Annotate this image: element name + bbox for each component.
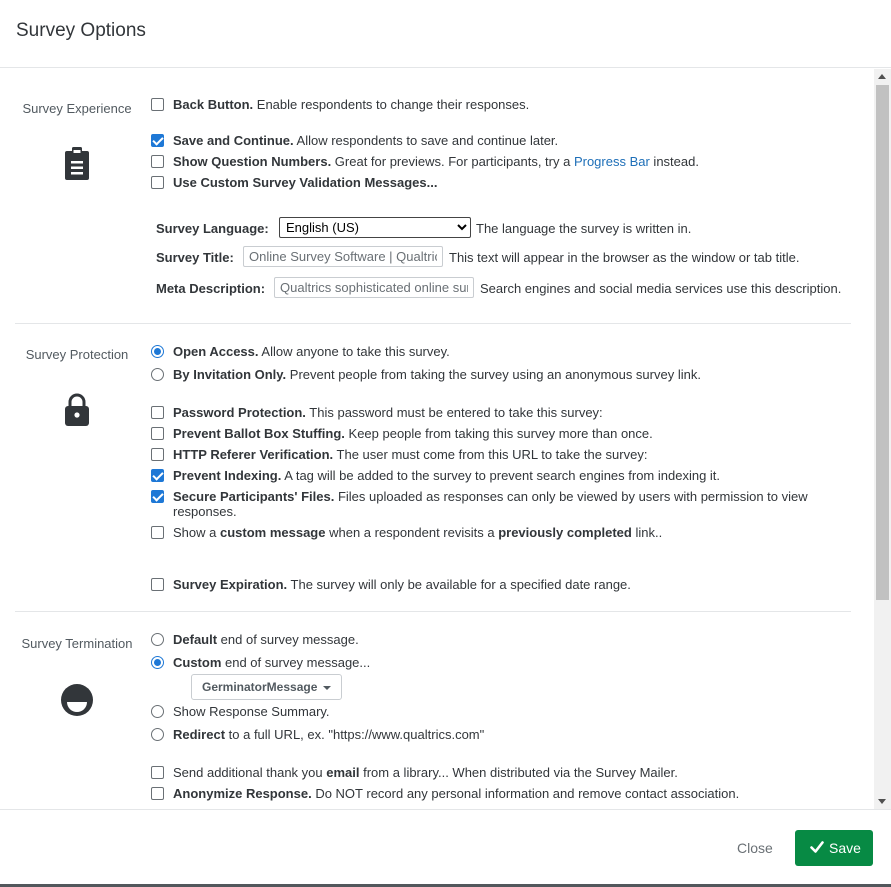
option-desc: when a respondent revisits a: [325, 525, 499, 540]
option-desc: Show Response Summary.: [173, 704, 330, 719]
lock-icon: [64, 393, 90, 430]
option-title: Custom: [173, 655, 222, 670]
back-button-checkbox[interactable]: [151, 98, 164, 111]
option-desc: Enable respondents to change their respo…: [253, 97, 530, 112]
open-access-radio[interactable]: [151, 345, 164, 358]
http-referer-checkbox[interactable]: [151, 448, 164, 461]
question-numbers-checkbox[interactable]: [151, 155, 164, 168]
option-title: Anonymize Response.: [173, 786, 312, 801]
custom-message-checkbox[interactable]: [151, 526, 164, 539]
option-desc: Keep people from taking this survey more…: [344, 426, 653, 441]
option-title: email: [326, 765, 360, 780]
scroll-down-arrow-icon[interactable]: [878, 799, 886, 804]
option-title: Default: [173, 632, 218, 647]
survey-title-input[interactable]: [243, 246, 443, 267]
option-title: Show Question Numbers.: [173, 154, 332, 169]
caret-down-icon: [323, 686, 331, 690]
option-desc: The user must come from this URL to take…: [333, 447, 648, 462]
thank-you-email-checkbox[interactable]: [151, 766, 164, 779]
redirect-radio[interactable]: [151, 728, 164, 741]
option-title: Back Button.: [173, 97, 254, 112]
option-title: Password Protection.: [173, 405, 306, 420]
survey-title-label: Survey Title:: [156, 250, 234, 265]
survey-title-desc: This text will appear in the browser as …: [449, 250, 800, 265]
dialog-footer: Close Save: [0, 809, 891, 887]
scroll-up-arrow-icon[interactable]: [878, 74, 886, 79]
option-title: Prevent Indexing.: [173, 468, 282, 483]
survey-language-row: Survey Language: English (US) The langua…: [156, 217, 851, 239]
option-desc: to a full URL, ex. "https://www.qualtric…: [225, 727, 485, 742]
option-title: Redirect: [173, 727, 226, 742]
custom-validation-checkbox[interactable]: [151, 176, 164, 189]
option-desc: Send additional thank you: [173, 765, 327, 780]
secure-files-checkbox[interactable]: [151, 490, 164, 503]
anonymize-response-checkbox[interactable]: [151, 787, 164, 800]
survey-termination-section: Survey Termination Default end of survey…: [15, 612, 851, 809]
option-title: Secure Participants' Files.: [173, 489, 335, 504]
dialog-title: Survey Options: [16, 20, 146, 41]
section-label-experience: Survey Experience: [22, 101, 132, 116]
save-button[interactable]: Save: [795, 830, 873, 866]
option-desc: A tag will be added to the survey to pre…: [281, 468, 721, 483]
option-desc: Allow anyone to take this survey.: [258, 344, 450, 359]
survey-language-desc: The language the survey is written in.: [476, 221, 692, 236]
dialog-header: Survey Options: [0, 0, 891, 68]
close-button[interactable]: Close: [737, 840, 773, 856]
end-of-survey-icon: [60, 683, 94, 720]
option-desc: The survey will only be available for a …: [287, 577, 631, 592]
section-label-protection: Survey Protection: [25, 347, 129, 362]
option-desc: Prevent people from taking the survey us…: [286, 367, 701, 382]
option-title[interactable]: Use Custom Survey Validation Messages...: [173, 175, 437, 190]
password-protection-checkbox[interactable]: [151, 406, 164, 419]
option-desc: Show a: [173, 525, 220, 540]
option-desc: end of survey message...: [221, 655, 371, 670]
option-desc: instead.: [649, 154, 699, 169]
option-desc: This password must be entered to take th…: [305, 405, 603, 420]
custom-end-message-radio[interactable]: [151, 656, 164, 669]
option-desc: Great for previews. For participants, tr…: [331, 154, 574, 169]
prevent-indexing-checkbox[interactable]: [151, 469, 164, 482]
option-title: Survey Expiration.: [173, 577, 288, 592]
option-title: By Invitation Only.: [173, 367, 287, 382]
option-title: Open Access.: [173, 344, 259, 359]
ballot-box-checkbox[interactable]: [151, 427, 164, 440]
end-message-dropdown[interactable]: GerminatorMessage: [191, 674, 342, 700]
section-label-termination: Survey Termination: [21, 636, 133, 651]
meta-description-row: Meta Description: Search engines and soc…: [156, 277, 851, 299]
meta-description-desc: Search engines and social media services…: [480, 281, 842, 296]
survey-language-label: Survey Language:: [156, 221, 269, 236]
survey-expiration-checkbox[interactable]: [151, 578, 164, 591]
option-desc: Allow respondents to save and continue l…: [293, 133, 559, 148]
option-desc: Do NOT record any personal information a…: [311, 786, 740, 801]
option-title: previously completed: [498, 525, 632, 540]
progress-bar-link[interactable]: Progress Bar: [574, 154, 650, 169]
meta-description-label: Meta Description:: [156, 281, 266, 296]
response-summary-radio[interactable]: [151, 705, 164, 718]
survey-title-row: Survey Title: This text will appear in t…: [156, 246, 851, 268]
check-icon: [810, 841, 824, 853]
option-desc: link..: [631, 525, 663, 540]
save-continue-checkbox[interactable]: [151, 134, 164, 147]
by-invitation-radio[interactable]: [151, 368, 164, 381]
survey-language-select[interactable]: English (US): [279, 217, 471, 238]
option-desc: from a library... When distributed via t…: [359, 765, 678, 780]
survey-protection-section: Survey Protection Open Access. Allow any…: [15, 324, 851, 612]
vertical-scrollbar[interactable]: [874, 69, 891, 809]
default-message-radio[interactable]: [151, 633, 164, 646]
meta-description-input[interactable]: [274, 277, 474, 298]
clipboard-icon: [64, 147, 90, 184]
options-scroll-area[interactable]: Survey Experience Back Button. Enable re…: [0, 69, 874, 809]
option-title: Prevent Ballot Box Stuffing.: [173, 426, 345, 441]
scrollbar-thumb[interactable]: [876, 85, 889, 600]
save-button-label: Save: [829, 840, 861, 856]
end-message-dropdown-label: GerminatorMessage: [202, 680, 318, 694]
option-title: HTTP Referer Verification.: [173, 447, 334, 462]
option-title: custom message: [219, 525, 326, 540]
option-desc: end of survey message.: [217, 632, 359, 647]
option-title: Save and Continue.: [173, 133, 294, 148]
survey-experience-section: Survey Experience Back Button. Enable re…: [15, 69, 851, 324]
